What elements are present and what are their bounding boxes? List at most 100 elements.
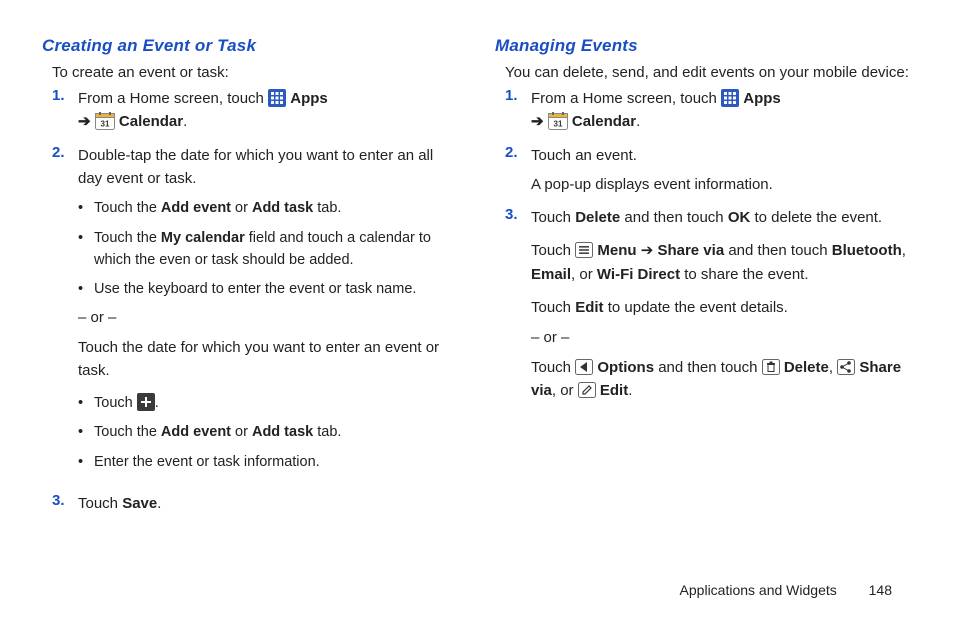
- step-1-right: 1. From a Home screen, touch Apps ➔ 31 C…: [505, 87, 912, 134]
- bullet-item: •Touch the My calendar field and touch a…: [78, 228, 459, 272]
- text: , or: [552, 382, 578, 399]
- step-number: 2.: [52, 144, 78, 482]
- steps-left: 1. From a Home screen, touch Apps ➔ 31 C…: [42, 87, 459, 515]
- edit-icon: [578, 382, 596, 398]
- text: Touch the: [94, 230, 161, 246]
- bold-text: Edit: [600, 382, 628, 399]
- text: Touch the date for which you want to ent…: [78, 336, 459, 383]
- text: Touch the: [94, 200, 161, 216]
- text: to share the event.: [680, 266, 808, 283]
- step-number: 3.: [52, 492, 78, 515]
- text: .: [155, 395, 159, 411]
- svg-text:31: 31: [100, 120, 109, 129]
- bold-text: Edit: [575, 299, 603, 316]
- column-right: Managing Events You can delete, send, an…: [495, 36, 912, 525]
- text: ,: [829, 359, 837, 376]
- step-number: 2.: [505, 144, 531, 197]
- intro-left: To create an event or task:: [52, 64, 459, 81]
- text: and then touch: [654, 359, 762, 376]
- calendar-icon: 31: [548, 112, 568, 130]
- text: to delete the event.: [750, 209, 882, 226]
- dot: .: [636, 113, 640, 130]
- text: or: [231, 200, 252, 216]
- text: and then touch: [724, 242, 832, 259]
- bullet-item: •Use the keyboard to enter the event or …: [78, 279, 459, 301]
- text: Use the keyboard to enter the event or t…: [94, 279, 416, 301]
- apps-label: Apps: [743, 90, 781, 107]
- text: Double-tap the date for which you want t…: [78, 144, 459, 191]
- bullet-item: •Touch .: [78, 393, 459, 415]
- text: Touch: [94, 395, 137, 411]
- text: tab.: [313, 200, 341, 216]
- bold-text: Options: [597, 359, 654, 376]
- text: .: [628, 382, 632, 399]
- calendar-label: Calendar: [572, 113, 636, 130]
- bold-text: Add task: [252, 200, 313, 216]
- bullet-dot: •: [78, 422, 94, 444]
- bullet-item: •Touch the Add event or Add task tab.: [78, 422, 459, 444]
- share-icon: [837, 359, 855, 375]
- column-left: Creating an Event or Task To create an e…: [42, 36, 459, 525]
- bold-text: Save: [122, 495, 157, 512]
- text: From a Home screen, touch: [78, 90, 268, 107]
- plus-icon: [137, 393, 155, 411]
- menu-icon: [575, 242, 593, 258]
- bold-text: Bluetooth: [832, 242, 902, 259]
- text: Touch: [78, 495, 122, 512]
- bullet-dot: •: [78, 393, 94, 415]
- or-divider: – or –: [531, 329, 912, 346]
- text: Touch: [531, 242, 575, 259]
- text: tab.: [313, 424, 341, 440]
- intro-right: You can delete, send, and edit events on…: [505, 64, 912, 81]
- step-2-left: 2. Double-tap the date for which you wan…: [52, 144, 459, 482]
- step-1-left: 1. From a Home screen, touch Apps ➔ 31 C…: [52, 87, 459, 134]
- arrow: ➔: [637, 242, 658, 259]
- heading-manage: Managing Events: [495, 36, 912, 56]
- text: Touch: [531, 299, 575, 316]
- step-3-left: 3. Touch Save.: [52, 492, 459, 515]
- page-footer: Applications and Widgets 148: [680, 582, 892, 598]
- text: to update the event details.: [604, 299, 788, 316]
- arrow: ➔: [78, 113, 91, 130]
- text: Touch: [531, 209, 575, 226]
- calendar-icon: 31: [95, 112, 115, 130]
- text: .: [157, 495, 161, 512]
- text: Enter the event or task information.: [94, 452, 320, 474]
- text: A pop-up displays event information.: [531, 173, 912, 196]
- bold-text: Delete: [784, 359, 829, 376]
- bullet-dot: •: [78, 452, 94, 474]
- text: , or: [571, 266, 597, 283]
- text: Touch the: [94, 424, 161, 440]
- apps-icon: [721, 89, 739, 107]
- delete-icon: [762, 359, 780, 375]
- bold-text: Share via: [657, 242, 724, 259]
- text: From a Home screen, touch: [531, 90, 721, 107]
- bold-text: Menu: [597, 242, 636, 259]
- bold-text: Delete: [575, 209, 620, 226]
- bold-text: Add task: [252, 424, 313, 440]
- arrow: ➔: [531, 113, 544, 130]
- back-icon: [575, 359, 593, 375]
- bullet-item: •Enter the event or task information.: [78, 452, 459, 474]
- step-number: 1.: [505, 87, 531, 134]
- page-number: 148: [869, 582, 892, 598]
- text: ,: [902, 242, 906, 259]
- step-2-right: 2. Touch an event. A pop-up displays eve…: [505, 144, 912, 197]
- step-number: 1.: [52, 87, 78, 134]
- steps-right: 1. From a Home screen, touch Apps ➔ 31 C…: [495, 87, 912, 413]
- bullet-dot: •: [78, 198, 94, 220]
- text: and then touch: [620, 209, 728, 226]
- step-3-right: 3. Touch Delete and then touch OK to del…: [505, 206, 912, 413]
- bullet-dot: •: [78, 279, 94, 301]
- bullet-item: •Touch the Add event or Add task tab.: [78, 198, 459, 220]
- apps-label: Apps: [290, 90, 328, 107]
- apps-icon: [268, 89, 286, 107]
- text: Touch an event.: [531, 144, 912, 167]
- or-divider: – or –: [78, 309, 459, 326]
- step-number: 3.: [505, 206, 531, 413]
- bullet-dot: •: [78, 228, 94, 272]
- svg-text:31: 31: [553, 120, 562, 129]
- bold-text: Email: [531, 266, 571, 283]
- bold-text: Wi-Fi Direct: [597, 266, 680, 283]
- bold-text: My calendar: [161, 230, 245, 246]
